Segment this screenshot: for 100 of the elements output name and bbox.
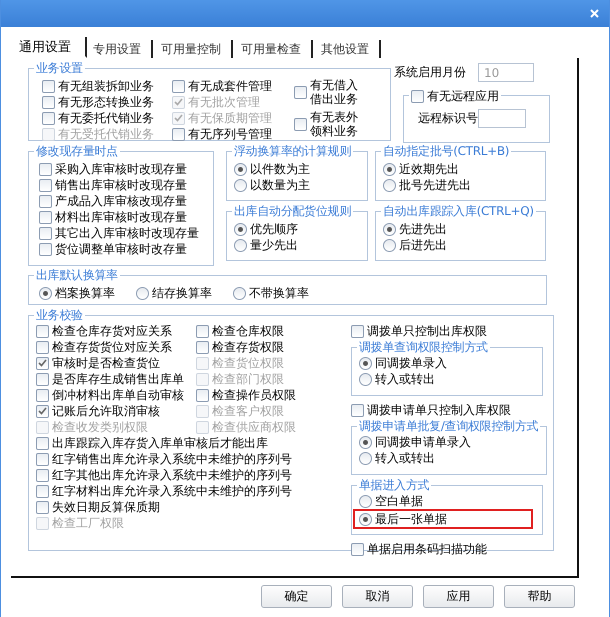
checkbox-label: 有无表外领料业务: [310, 110, 359, 138]
checkbox[interactable]: [294, 118, 307, 130]
checkbox[interactable]: [36, 452, 49, 466]
radio-label: 批号先进先出: [399, 176, 471, 194]
group-title: 浮动换算率的计算规则: [234, 144, 352, 159]
checkbox[interactable]: [39, 194, 52, 208]
group-title: 业务设置: [36, 61, 83, 76]
checkbox[interactable]: [196, 324, 209, 338]
radio-button[interactable]: [359, 356, 372, 370]
checkbox[interactable]: [39, 226, 52, 240]
radio-button[interactable]: [39, 286, 52, 300]
checkbox[interactable]: [351, 324, 364, 338]
tab[interactable]: 通用设置: [19, 37, 87, 58]
radio-label: 优先顺序: [250, 220, 298, 238]
checkbox-label: 有无组装拆卸业务: [58, 78, 154, 94]
checkbox[interactable]: [36, 500, 49, 514]
checkbox[interactable]: [351, 404, 364, 416]
radio-button[interactable]: [359, 372, 372, 386]
checkbox[interactable]: [36, 404, 49, 418]
checkbox[interactable]: [36, 372, 49, 386]
checkbox-label: 检查货位权限: [212, 354, 284, 372]
checkbox-label: 是否库存生成销售出库单: [52, 370, 184, 388]
radio-button[interactable]: [383, 222, 396, 236]
checkbox[interactable]: [36, 324, 49, 338]
radio-button[interactable]: [359, 512, 372, 526]
radio-button[interactable]: [359, 494, 372, 508]
checkbox[interactable]: [42, 96, 55, 108]
close-icon[interactable]: [590, 9, 599, 18]
checkbox-label: 检查仓库存货对应关系: [52, 322, 172, 340]
checkbox-label: 红字材料出库允许录入系统中未维护的序列号: [52, 482, 292, 500]
group-title: 单据进入方式: [359, 478, 430, 493]
checkbox-label: 出库跟踪入库存货入库单审核后才能出库: [52, 434, 268, 452]
radio-label: 同调拨申请单录入: [375, 434, 471, 450]
checkbox[interactable]: [411, 90, 424, 102]
checkbox-label: 检查操作员权限: [212, 386, 296, 404]
checkbox[interactable]: [36, 340, 49, 354]
radio-button[interactable]: [234, 238, 247, 252]
checkbox[interactable]: [351, 542, 364, 556]
radio-label: 同调拨单录入: [375, 354, 447, 372]
checkbox-label: 审核时是否检查货位: [52, 354, 160, 372]
checkbox-label: 有无序列号管理: [188, 126, 272, 142]
checkbox[interactable]: [39, 162, 52, 176]
checkbox[interactable]: [172, 80, 185, 92]
radio-label: 转入或转出: [375, 370, 435, 388]
field-label: 系统启用月份: [394, 64, 466, 81]
radio-button[interactable]: [383, 238, 396, 252]
radio-button[interactable]: [234, 178, 247, 192]
checkbox[interactable]: [39, 242, 52, 256]
checkbox-label: 失效日期反算保质期: [52, 498, 160, 516]
checkbox[interactable]: [36, 436, 49, 450]
checkbox[interactable]: [39, 178, 52, 192]
checkbox[interactable]: [42, 112, 55, 124]
checkbox-label: 检查收发类别权限: [52, 418, 148, 436]
radio-label: 以件数为主: [250, 160, 310, 178]
radio-button[interactable]: [233, 286, 246, 300]
checkbox-label: 产成品入库审核改现存量: [55, 192, 187, 210]
radio-button[interactable]: [383, 178, 396, 192]
radio-button[interactable]: [136, 286, 149, 300]
checkbox[interactable]: [196, 340, 209, 354]
checkbox[interactable]: [172, 128, 185, 140]
dialog-button[interactable]: 确定: [261, 585, 332, 608]
checkbox[interactable]: [42, 80, 55, 92]
checkbox[interactable]: [294, 86, 307, 98]
checkbox-label: 红字其他出库允许录入系统中未维护的序列号: [52, 466, 292, 484]
checkbox[interactable]: [196, 388, 209, 402]
tab[interactable]: 专用设置: [91, 40, 153, 58]
checkbox[interactable]: [39, 210, 52, 224]
radio-label: 后进先出: [399, 236, 447, 254]
radio-label: 以数量为主: [250, 176, 310, 194]
checkbox-label: 检查工厂权限: [52, 514, 124, 532]
checkbox[interactable]: [36, 356, 49, 370]
radio-button[interactable]: [359, 452, 372, 464]
group-title: 调拨申请单批复/查询权限控制方式: [359, 419, 538, 434]
radio-button[interactable]: [234, 162, 247, 176]
checkbox-label: 检查存货权限: [212, 338, 284, 356]
group-title: 业务校验: [36, 308, 83, 323]
checkbox-label: 销售出库审核时改现存量: [55, 176, 187, 194]
group-title: 自动指定批号(CTRL+B): [383, 144, 510, 159]
radio-button[interactable]: [234, 222, 247, 236]
tab[interactable]: 可用量检查: [239, 40, 313, 58]
dialog-button[interactable]: 应用: [423, 585, 494, 608]
radio-button[interactable]: [359, 436, 372, 448]
tab[interactable]: 可用量控制: [159, 40, 233, 58]
checkbox[interactable]: [36, 468, 49, 482]
checkbox-label: 有无受托代销业务: [58, 126, 154, 142]
radio-label: 转入或转出: [375, 450, 435, 466]
dialog-button[interactable]: 帮助: [504, 585, 575, 608]
checkbox-label: 有无形态转换业务: [58, 94, 154, 110]
radio-label: 先进先出: [399, 220, 447, 238]
dialog-button[interactable]: 取消: [342, 585, 413, 608]
checkbox-label: 采购入库审核时改现存量: [55, 160, 187, 178]
remote-id-field[interactable]: [478, 109, 526, 128]
checkbox-label: 材料出库审核时改现存量: [55, 208, 187, 226]
tab[interactable]: 其他设置: [319, 40, 381, 58]
checkbox[interactable]: [36, 484, 49, 498]
radio-label: 不带换算率: [249, 284, 309, 302]
checkbox-label: 调拨申请单只控制入库权限: [367, 402, 511, 418]
radio-button[interactable]: [383, 162, 396, 176]
group-title: 修改现存量时点: [36, 144, 118, 159]
checkbox[interactable]: [36, 388, 49, 402]
